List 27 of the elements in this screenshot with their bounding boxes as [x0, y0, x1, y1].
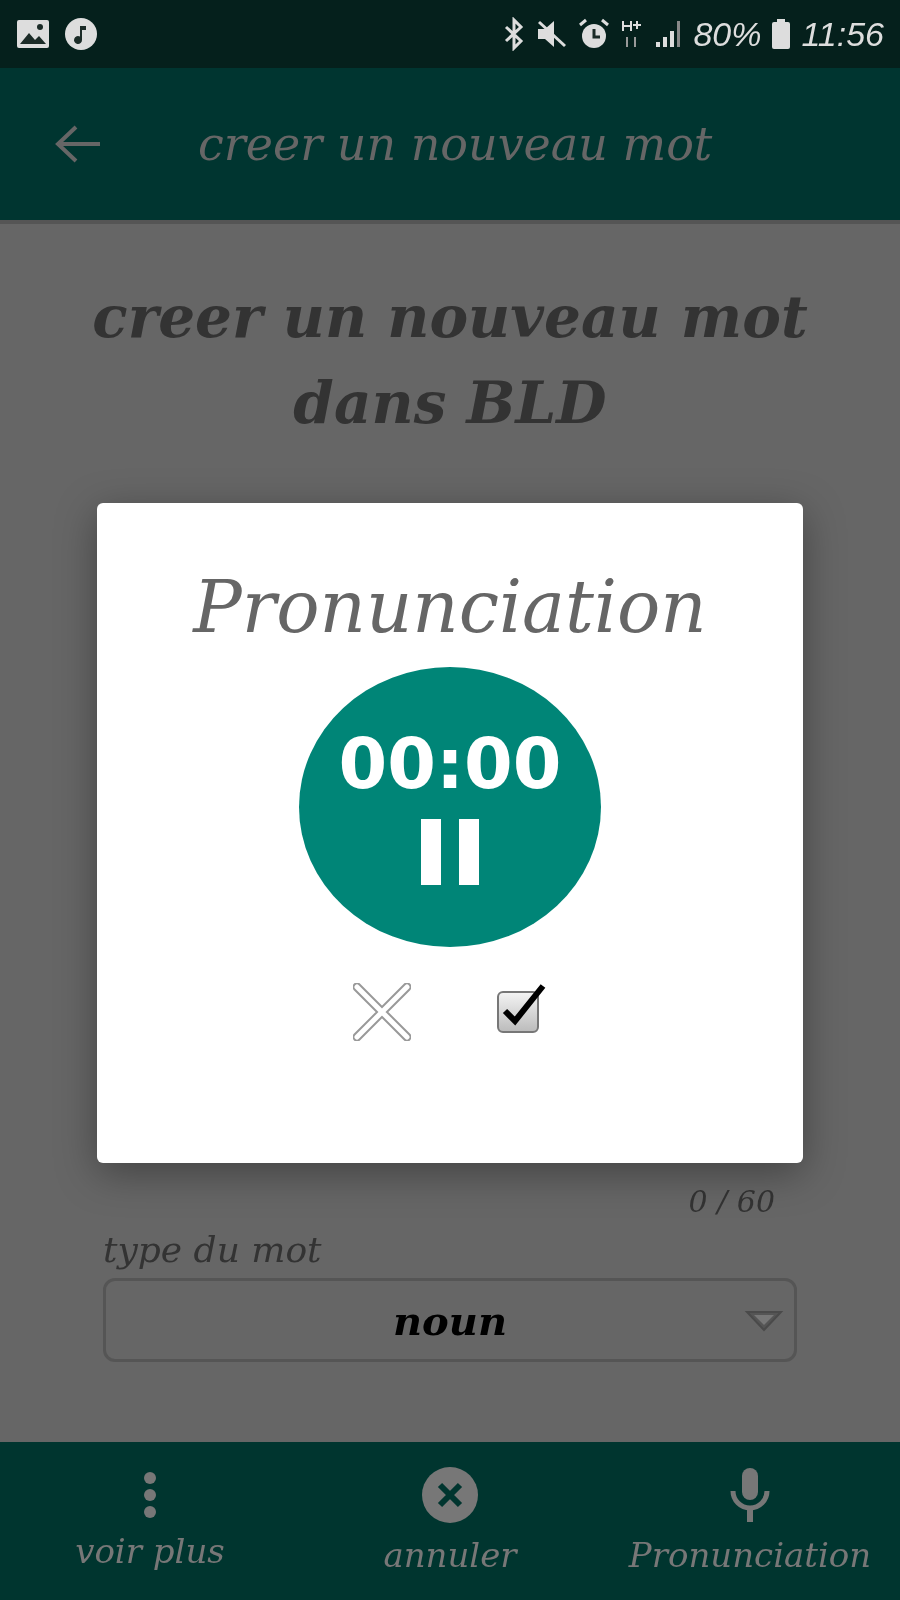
- battery-icon: [771, 18, 792, 50]
- record-button[interactable]: 00:00: [299, 667, 601, 947]
- microphone-icon: [730, 1467, 770, 1523]
- cancel-circle-icon: [422, 1467, 478, 1523]
- mute-icon: [535, 18, 568, 50]
- dropdown-caret-icon: [744, 1309, 784, 1333]
- back-button[interactable]: [54, 124, 102, 164]
- music-note-icon: [64, 17, 98, 51]
- close-icon: [353, 983, 411, 1041]
- back-arrow-icon: [54, 124, 102, 164]
- app-bar-title: creer un nouveau mot: [198, 117, 713, 171]
- alarm-icon: [577, 17, 612, 51]
- cancel-button[interactable]: [353, 983, 411, 1041]
- checkbox-tick-icon: [495, 983, 547, 1035]
- dialog-title: Pronunciation: [193, 565, 707, 649]
- network-icon: [621, 19, 644, 49]
- battery-percentage: 80%: [693, 14, 762, 54]
- image-icon: [16, 19, 50, 49]
- bluetooth-icon: [503, 17, 526, 51]
- pause-icon: [421, 819, 479, 885]
- bottom-bar-button[interactable]: voir plus: [0, 1442, 300, 1600]
- bottom-bar-button[interactable]: Pronunciation: [600, 1442, 900, 1600]
- type-dropdown[interactable]: noun: [103, 1278, 797, 1362]
- timer: 00:00: [338, 729, 562, 799]
- more-options-icon: [143, 1471, 157, 1519]
- clock-time: 11:56: [801, 14, 884, 54]
- bottom-bar-button[interactable]: annuler: [300, 1442, 600, 1600]
